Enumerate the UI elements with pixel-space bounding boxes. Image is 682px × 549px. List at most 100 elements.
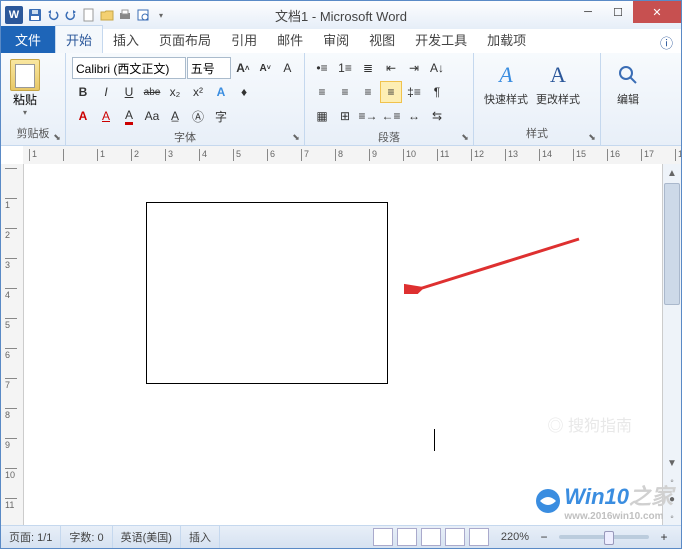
paste-label: 粘贴 bbox=[13, 91, 37, 108]
sort-button[interactable]: A↓ bbox=[426, 57, 448, 79]
zoom-slider-thumb[interactable] bbox=[604, 531, 614, 545]
tab-mailings[interactable]: 邮件 bbox=[267, 26, 313, 53]
grow-font-button[interactable]: A˄ bbox=[232, 57, 253, 79]
align-center-button[interactable]: ≡ bbox=[334, 81, 356, 103]
ltr-button[interactable]: ≡→ bbox=[357, 105, 379, 127]
paste-button[interactable]: 粘贴 ▾ bbox=[5, 55, 45, 117]
font-size-combo[interactable]: 五号 bbox=[187, 57, 232, 79]
statusbar: 页面: 1/1 字数: 0 英语(美国) 插入 220% − + bbox=[1, 525, 681, 548]
tab-file[interactable]: 文件 bbox=[1, 26, 55, 53]
tab-layout[interactable]: 页面布局 bbox=[149, 26, 221, 53]
undo-icon[interactable] bbox=[45, 7, 61, 23]
new-icon[interactable] bbox=[81, 7, 97, 23]
outline-view-button[interactable] bbox=[445, 528, 465, 546]
underline-button[interactable]: U bbox=[118, 81, 140, 103]
tab-insert[interactable]: 插入 bbox=[103, 26, 149, 53]
phonetic-button[interactable]: A bbox=[95, 105, 117, 127]
bullets-button[interactable]: •≡ bbox=[311, 57, 333, 79]
distribute-button[interactable]: ↔ bbox=[403, 105, 425, 127]
status-language[interactable]: 英语(美国) bbox=[113, 526, 181, 548]
scroll-down-icon[interactable]: ▼ bbox=[663, 454, 681, 472]
zoom-out-button[interactable]: − bbox=[533, 526, 555, 548]
align-right-button[interactable]: ≡ bbox=[357, 81, 379, 103]
open-icon[interactable] bbox=[99, 7, 115, 23]
tab-view[interactable]: 视图 bbox=[359, 26, 405, 53]
tab-addins[interactable]: 加载项 bbox=[477, 26, 536, 53]
scroll-thumb[interactable] bbox=[664, 183, 680, 305]
browse-object-icon[interactable]: ● bbox=[663, 490, 681, 508]
fullscreen-view-button[interactable] bbox=[397, 528, 417, 546]
styles-launcher-icon[interactable]: ⬊ bbox=[586, 131, 598, 143]
status-page[interactable]: 页面: 1/1 bbox=[1, 526, 61, 548]
align-left-button[interactable]: ≡ bbox=[311, 81, 333, 103]
line-spacing-button[interactable]: ‡≡ bbox=[403, 81, 425, 103]
zoom-controls: 220% − + bbox=[495, 526, 681, 548]
strike-button[interactable]: abe bbox=[141, 81, 163, 103]
vertical-scrollbar[interactable]: ▲ ▼ ◦ ● ◦ bbox=[662, 164, 681, 526]
zoom-in-button[interactable]: + bbox=[653, 526, 675, 548]
shading-button[interactable]: ▦ bbox=[311, 105, 333, 127]
next-page-icon[interactable]: ◦ bbox=[663, 508, 681, 526]
paste-dropdown-icon[interactable]: ▾ bbox=[23, 108, 27, 117]
qat-more-icon[interactable]: ▾ bbox=[153, 7, 169, 23]
close-button[interactable]: ✕ bbox=[633, 1, 681, 23]
text-cursor bbox=[434, 429, 435, 451]
shrink-font-button[interactable]: A˅ bbox=[255, 57, 276, 79]
prev-page-icon[interactable]: ◦ bbox=[663, 472, 681, 490]
clear-formatting-button[interactable]: ♦ bbox=[233, 81, 255, 103]
preview-icon[interactable] bbox=[135, 7, 151, 23]
minimize-button[interactable]: ─ bbox=[573, 1, 603, 23]
redo-icon[interactable] bbox=[63, 7, 79, 23]
tab-home[interactable]: 开始 bbox=[55, 25, 103, 53]
subscript-button[interactable]: x₂ bbox=[164, 81, 186, 103]
asian-justify-button[interactable]: ⇆ bbox=[426, 105, 448, 127]
tab-references[interactable]: 引用 bbox=[221, 26, 267, 53]
clipboard-icon bbox=[10, 59, 40, 91]
text-effects-button[interactable]: A bbox=[210, 81, 232, 103]
print-layout-view-button[interactable] bbox=[373, 528, 393, 546]
highlight-button[interactable]: A bbox=[72, 105, 94, 127]
print-icon[interactable] bbox=[117, 7, 133, 23]
numbering-button[interactable]: 1≡ bbox=[334, 57, 356, 79]
rtl-button[interactable]: ←≡ bbox=[380, 105, 402, 127]
document-canvas[interactable]: ◎ 搜狗指南 bbox=[24, 164, 662, 526]
font-name-combo[interactable]: Calibri (西文正文) bbox=[72, 57, 186, 79]
borders-button[interactable]: ⊞ bbox=[334, 105, 356, 127]
editing-button[interactable]: 编辑 bbox=[609, 59, 647, 107]
enclose-button[interactable]: A̲ bbox=[164, 105, 186, 127]
bold-button[interactable]: B bbox=[72, 81, 94, 103]
web-layout-view-button[interactable] bbox=[421, 528, 441, 546]
change-styles-button[interactable]: A 更改样式 bbox=[534, 59, 582, 107]
horizontal-ruler[interactable]: 1123456789101112131415161718 bbox=[23, 146, 681, 165]
zoom-slider[interactable] bbox=[559, 535, 649, 539]
char-border-button[interactable]: Ⓐ bbox=[187, 105, 209, 127]
tab-review[interactable]: 审阅 bbox=[313, 26, 359, 53]
font-launcher-icon[interactable]: ⬊ bbox=[290, 131, 302, 143]
increase-indent-button[interactable]: ⇥ bbox=[403, 57, 425, 79]
save-icon[interactable] bbox=[27, 7, 43, 23]
change-case-button[interactable]: A bbox=[277, 57, 298, 79]
status-word-count[interactable]: 字数: 0 bbox=[61, 526, 112, 548]
vertical-ruler[interactable]: 1234567891011 bbox=[1, 164, 24, 526]
draft-view-button[interactable] bbox=[469, 528, 489, 546]
clipboard-launcher-icon[interactable]: ⬊ bbox=[51, 131, 63, 143]
status-insert-mode[interactable]: 插入 bbox=[181, 526, 220, 548]
tab-developer[interactable]: 开发工具 bbox=[405, 26, 477, 53]
decrease-indent-button[interactable]: ⇤ bbox=[380, 57, 402, 79]
help-icon[interactable]: ⓘ bbox=[660, 33, 673, 52]
multilevel-button[interactable]: ≣ bbox=[357, 57, 379, 79]
font-color-button[interactable]: A bbox=[118, 105, 140, 127]
page bbox=[24, 164, 662, 526]
superscript-button[interactable]: x² bbox=[187, 81, 209, 103]
asian-layout-button[interactable]: 字 bbox=[210, 105, 232, 127]
justify-button[interactable]: ≡ bbox=[380, 81, 402, 103]
maximize-button[interactable]: ☐ bbox=[603, 1, 633, 23]
quick-styles-button[interactable]: A 快速样式 bbox=[482, 59, 530, 107]
paragraph-launcher-icon[interactable]: ⬊ bbox=[459, 131, 471, 143]
italic-button[interactable]: I bbox=[95, 81, 117, 103]
zoom-level[interactable]: 220% bbox=[501, 531, 529, 543]
char-shading-button[interactable]: Aa bbox=[141, 105, 163, 127]
show-marks-button[interactable]: ¶ bbox=[426, 81, 448, 103]
rectangle-shape[interactable] bbox=[146, 202, 388, 384]
scroll-up-icon[interactable]: ▲ bbox=[663, 164, 681, 182]
